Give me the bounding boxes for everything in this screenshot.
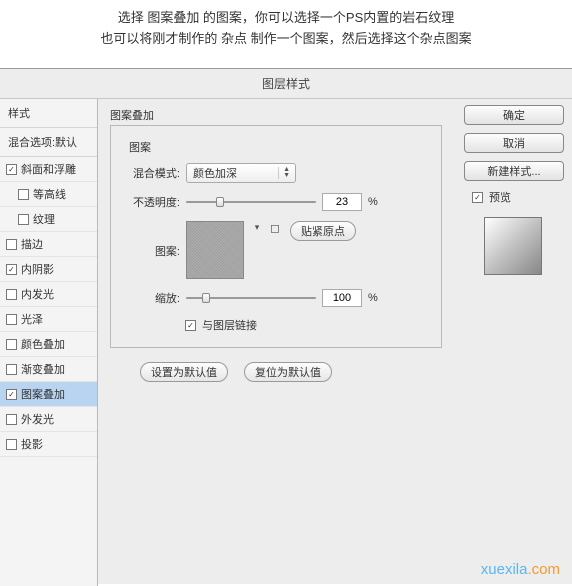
snap-origin-button[interactable]: 贴紧原点 (290, 221, 356, 241)
checkbox-icon[interactable]: ✓ (6, 164, 17, 175)
sidebar-header[interactable]: 样式 (0, 99, 97, 128)
sidebar-item-label: 颜色叠加 (21, 336, 65, 352)
checkbox-icon[interactable]: ✓ (6, 264, 17, 275)
scale-slider[interactable] (186, 292, 316, 304)
preview-label: 预览 (489, 189, 511, 205)
blend-options[interactable]: 混合选项:默认 (0, 128, 97, 157)
sidebar-item-label: 纹理 (33, 211, 55, 227)
percent-label: % (368, 292, 378, 304)
sidebar-item-texture[interactable]: 纹理 (0, 207, 97, 232)
default-buttons: 设置为默认值 复位为默认值 (140, 362, 442, 382)
instruction-line2: 也可以将刚才制作的 杂点 制作一个图案，然后选择这个杂点图案 (20, 29, 552, 50)
checkbox-icon[interactable]: ✓ (185, 320, 196, 331)
sidebar-item-label: 等高线 (33, 186, 66, 202)
sidebar-item-label: 光泽 (21, 311, 43, 327)
checkbox-icon[interactable] (6, 414, 17, 425)
fieldset-legend: 图案 (125, 139, 155, 155)
link-layer-row: ✓ 与图层链接 (185, 317, 427, 333)
reset-default-button[interactable]: 复位为默认值 (244, 362, 332, 382)
percent-label: % (368, 196, 378, 208)
pattern-fieldset: 图案 混合模式: 颜色加深 ▲▼ 不透明度: % (110, 125, 442, 348)
checkbox-icon[interactable] (6, 239, 17, 250)
opacity-input[interactable] (322, 193, 362, 211)
sidebar-item-satin[interactable]: 光泽 (0, 307, 97, 332)
checkbox-icon[interactable] (6, 339, 17, 350)
new-preset-icon[interactable]: ◻ (270, 221, 284, 235)
sidebar-item-label: 外发光 (21, 411, 54, 427)
main-panel: 图案叠加 图案 混合模式: 颜色加深 ▲▼ 不透明度: (98, 99, 454, 586)
new-style-button[interactable]: 新建样式... (464, 161, 564, 181)
sidebar-item-label: 内发光 (21, 286, 54, 302)
instruction: 选择 图案叠加 的图案，你可以选择一个PS内置的岩石纹理 也可以将刚才制作的 杂… (0, 0, 572, 66)
watermark-a: xuexila (481, 561, 528, 578)
dialog-content: 样式 混合选项:默认 ✓ 斜面和浮雕 等高线 纹理 描边 ✓ 内阴影 (0, 99, 572, 586)
blend-mode-row: 混合模式: 颜色加深 ▲▼ (125, 163, 427, 183)
pattern-row: 图案: ▾ ◻ 贴紧原点 (125, 221, 427, 279)
sidebar-item-label: 内阴影 (21, 261, 54, 277)
sidebar-item-label: 图案叠加 (21, 386, 65, 402)
sidebar-item-contour[interactable]: 等高线 (0, 182, 97, 207)
checkbox-icon[interactable] (18, 189, 29, 200)
sidebar-item-label: 斜面和浮雕 (21, 161, 76, 177)
pattern-swatch[interactable] (186, 221, 244, 279)
ok-button[interactable]: 确定 (464, 105, 564, 125)
make-default-button[interactable]: 设置为默认值 (140, 362, 228, 382)
scale-row: 缩放: % (125, 289, 427, 307)
checkbox-icon[interactable]: ✓ (6, 389, 17, 400)
checkbox-icon[interactable] (6, 314, 17, 325)
checkbox-icon[interactable]: ✓ (472, 192, 483, 203)
opacity-label: 不透明度: (125, 194, 180, 210)
sidebar-item-inner-shadow[interactable]: ✓ 内阴影 (0, 257, 97, 282)
layer-style-dialog: 图层样式 样式 混合选项:默认 ✓ 斜面和浮雕 等高线 纹理 描边 ✓ (0, 68, 572, 584)
checkbox-icon[interactable] (6, 289, 17, 300)
right-column: 确定 取消 新建样式... ✓ 预览 (454, 99, 572, 586)
dialog-title: 图层样式 (0, 69, 572, 99)
scale-label: 缩放: (125, 290, 180, 306)
sidebar-item-stroke[interactable]: 描边 (0, 232, 97, 257)
sidebar-item-label: 描边 (21, 236, 43, 252)
blend-mode-value: 颜色加深 (193, 165, 237, 181)
group-title: 图案叠加 (110, 107, 442, 123)
slider-thumb[interactable] (216, 197, 224, 207)
chevron-updown-icon: ▲▼ (283, 167, 290, 179)
slider-track (186, 201, 316, 203)
sidebar-item-outer-glow[interactable]: 外发光 (0, 407, 97, 432)
sidebar-item-bevel-emboss[interactable]: ✓ 斜面和浮雕 (0, 157, 97, 182)
instruction-line1: 选择 图案叠加 的图案，你可以选择一个PS内置的岩石纹理 (20, 8, 552, 29)
opacity-row: 不透明度: % (125, 193, 427, 211)
preview-row: ✓ 预览 (472, 189, 562, 205)
slider-thumb[interactable] (202, 293, 210, 303)
blend-mode-label: 混合模式: (125, 165, 180, 181)
checkbox-icon[interactable] (6, 364, 17, 375)
link-layer-label: 与图层链接 (202, 317, 257, 333)
scale-input[interactable] (322, 289, 362, 307)
preview-thumbnail (484, 217, 542, 275)
sidebar-item-gradient-overlay[interactable]: 渐变叠加 (0, 357, 97, 382)
sidebar-item-inner-glow[interactable]: 内发光 (0, 282, 97, 307)
sidebar-item-label: 投影 (21, 436, 43, 452)
checkbox-icon[interactable] (6, 439, 17, 450)
styles-sidebar: 样式 混合选项:默认 ✓ 斜面和浮雕 等高线 纹理 描边 ✓ 内阴影 (0, 99, 98, 586)
sidebar-item-drop-shadow[interactable]: 投影 (0, 432, 97, 457)
pattern-label: 图案: (125, 221, 180, 259)
watermark: xuexila.com (481, 561, 560, 578)
pattern-picker-icon[interactable]: ▾ (250, 221, 264, 233)
watermark-b: .com (527, 561, 560, 578)
sidebar-item-label: 渐变叠加 (21, 361, 65, 377)
sidebar-item-pattern-overlay[interactable]: ✓ 图案叠加 (0, 382, 97, 407)
opacity-slider[interactable] (186, 196, 316, 208)
cancel-button[interactable]: 取消 (464, 133, 564, 153)
blend-mode-select[interactable]: 颜色加深 ▲▼ (186, 163, 296, 183)
sidebar-item-color-overlay[interactable]: 颜色叠加 (0, 332, 97, 357)
checkbox-icon[interactable] (18, 214, 29, 225)
